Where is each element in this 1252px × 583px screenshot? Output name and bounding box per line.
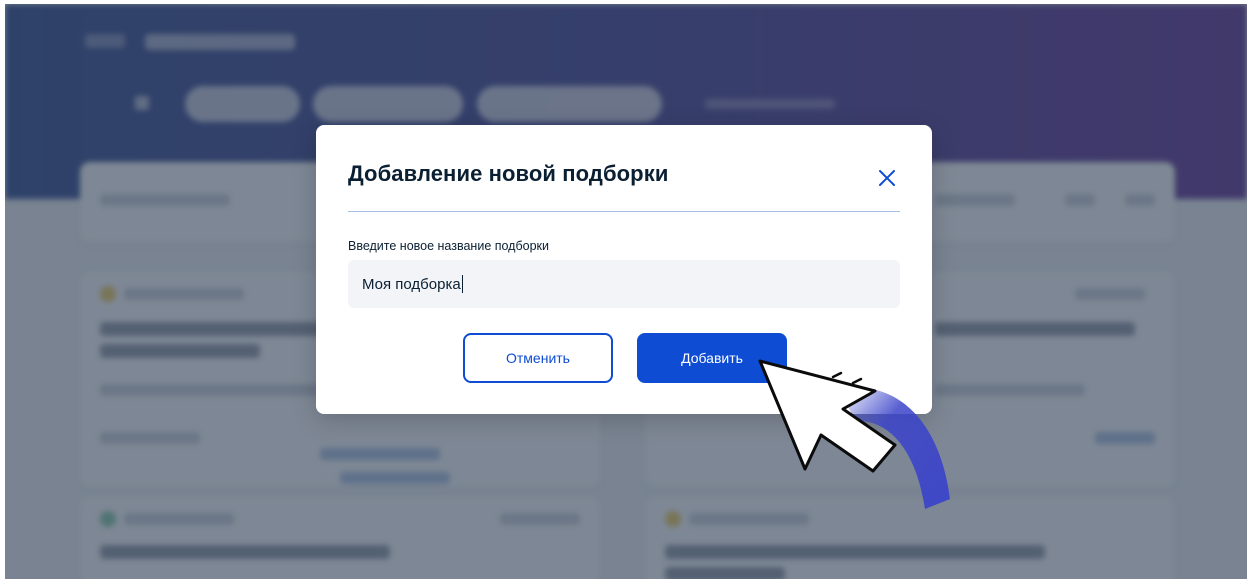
close-icon: [879, 170, 895, 186]
close-button[interactable]: [874, 165, 900, 191]
collection-name-value: Моя подборка: [362, 275, 461, 293]
add-button[interactable]: Добавить: [637, 333, 787, 383]
screen: Добавление новой подборки Введите новое …: [5, 4, 1247, 579]
collection-name-label: Введите новое название подборки: [348, 239, 549, 253]
collection-name-input[interactable]: Моя подборка: [348, 260, 900, 308]
cancel-button[interactable]: Отменить: [463, 333, 613, 383]
dialog-title: Добавление новой подборки: [348, 161, 669, 186]
text-caret: [461, 275, 463, 293]
title-divider: [348, 211, 900, 212]
add-collection-dialog: Добавление новой подборки Введите новое …: [316, 125, 932, 414]
